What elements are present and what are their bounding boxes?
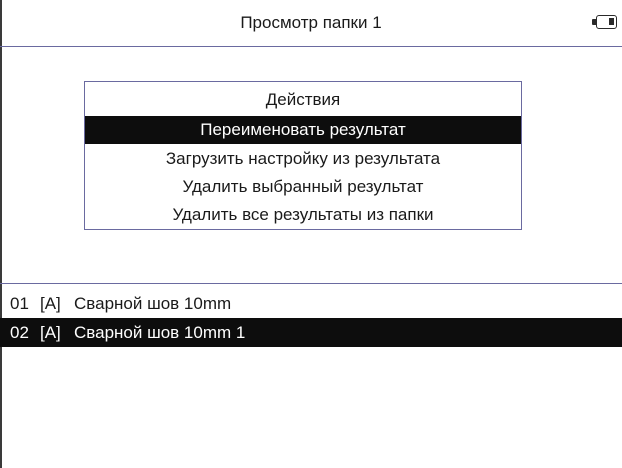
menu-item-delete-all[interactable]: Удалить все результаты из папки bbox=[85, 201, 521, 229]
battery-level-fill bbox=[609, 18, 614, 25]
page-title: Просмотр папки 1 bbox=[240, 13, 382, 32]
result-name: Сварной шов 10mm 1 bbox=[74, 323, 246, 342]
result-type: [A] bbox=[40, 323, 61, 342]
result-name: Сварной шов 10mm bbox=[74, 294, 232, 313]
menu-item-rename-result[interactable]: Переименовать результат bbox=[85, 116, 521, 144]
dialog-title: Действия bbox=[265, 90, 341, 109]
result-number: 02 bbox=[10, 323, 29, 342]
device-screen: Просмотр папки 1 Действия Переименовать … bbox=[0, 0, 622, 468]
result-row[interactable]: 02 [A] Сварной шов 10mm 1 bbox=[0, 318, 622, 347]
header-bar: Просмотр папки 1 bbox=[0, 0, 622, 47]
list-divider bbox=[0, 283, 622, 284]
battery-body bbox=[596, 15, 617, 29]
result-number: 01 bbox=[10, 294, 29, 313]
battery-icon bbox=[592, 15, 618, 30]
actions-dialog: Действия Переименовать результат Загрузи… bbox=[84, 81, 522, 230]
menu-item-delete-selected[interactable]: Удалить выбранный результат bbox=[85, 173, 521, 201]
result-type: [A] bbox=[40, 294, 61, 313]
menu-item-load-settings[interactable]: Загрузить настройку из результата bbox=[85, 145, 521, 173]
screen-left-border bbox=[0, 0, 2, 468]
result-row[interactable]: 01 [A] Сварной шов 10mm bbox=[0, 289, 622, 318]
